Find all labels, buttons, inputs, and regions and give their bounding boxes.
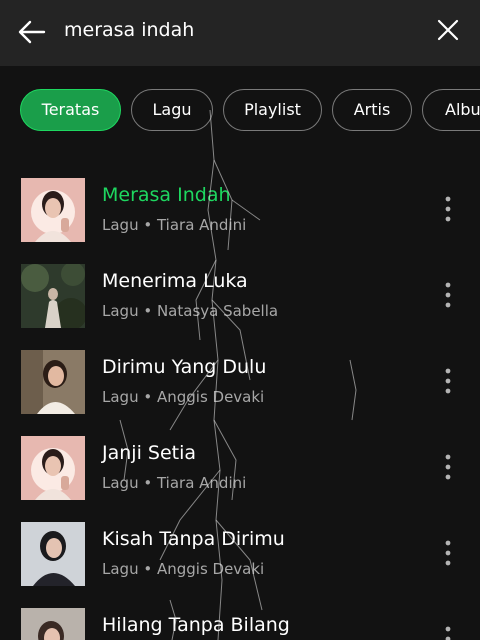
- more-options-button[interactable]: [436, 364, 460, 398]
- result-title: Merasa Indah: [102, 184, 231, 206]
- more-options-button[interactable]: [436, 278, 460, 312]
- search-input[interactable]: merasa indah: [64, 19, 194, 41]
- results-list: Merasa Indah Lagu • Tiara Andini Menerim…: [0, 156, 480, 640]
- more-vertical-icon: [445, 368, 451, 394]
- chip-teratas[interactable]: Teratas: [20, 89, 121, 131]
- more-vertical-icon: [445, 626, 451, 640]
- result-subtitle: Lagu • Tiara Andini: [102, 216, 247, 234]
- more-vertical-icon: [445, 454, 451, 480]
- result-row[interactable]: Menerima Luka Lagu • Natasya Sabella: [0, 242, 480, 328]
- cover-art: [21, 264, 85, 328]
- cover-art: [21, 608, 85, 640]
- result-row[interactable]: Merasa Indah Lagu • Tiara Andini: [0, 156, 480, 242]
- result-subtitle: Lagu • Tiara Andini: [102, 474, 247, 492]
- arrow-left-icon: [18, 20, 46, 44]
- more-options-button[interactable]: [436, 622, 460, 640]
- chip-artis[interactable]: Artis: [332, 89, 412, 131]
- result-title: Kisah Tanpa Dirimu: [102, 528, 285, 550]
- more-options-button[interactable]: [436, 536, 460, 570]
- cover-art: [21, 178, 85, 242]
- cover-art: [21, 350, 85, 414]
- clear-search-button[interactable]: [434, 16, 462, 44]
- result-row[interactable]: Kisah Tanpa Dirimu Lagu • Anggis Devaki: [0, 500, 480, 586]
- more-vertical-icon: [445, 196, 451, 222]
- result-title: Janji Setia: [102, 442, 197, 464]
- result-title: Dirimu Yang Dulu: [102, 356, 267, 378]
- filter-chips: Teratas Lagu Playlist Artis Album: [0, 66, 480, 156]
- cover-art: [21, 522, 85, 586]
- chip-album[interactable]: Album: [422, 89, 480, 131]
- more-options-button[interactable]: [436, 192, 460, 226]
- close-icon: [437, 19, 459, 41]
- more-options-button[interactable]: [436, 450, 460, 484]
- cover-art: [21, 436, 85, 500]
- back-button[interactable]: [14, 14, 50, 50]
- result-subtitle: Lagu • Natasya Sabella: [102, 302, 279, 320]
- chip-lagu[interactable]: Lagu: [131, 89, 213, 131]
- search-bar: merasa indah: [0, 0, 480, 66]
- result-row[interactable]: Dirimu Yang Dulu Lagu • Anggis Devaki: [0, 328, 480, 414]
- chip-playlist[interactable]: Playlist: [223, 89, 322, 131]
- result-subtitle: Lagu • Anggis Devaki: [102, 388, 265, 406]
- more-vertical-icon: [445, 282, 451, 308]
- more-vertical-icon: [445, 540, 451, 566]
- search-screen: merasa indah Teratas Lagu Playlist Artis…: [0, 0, 480, 640]
- result-row[interactable]: Janji Setia Lagu • Tiara Andini: [0, 414, 480, 500]
- result-title: Hilang Tanpa Bilang: [102, 614, 290, 636]
- result-row[interactable]: Hilang Tanpa Bilang: [0, 586, 480, 640]
- result-title: Menerima Luka: [102, 270, 248, 292]
- result-subtitle: Lagu • Anggis Devaki: [102, 560, 265, 578]
